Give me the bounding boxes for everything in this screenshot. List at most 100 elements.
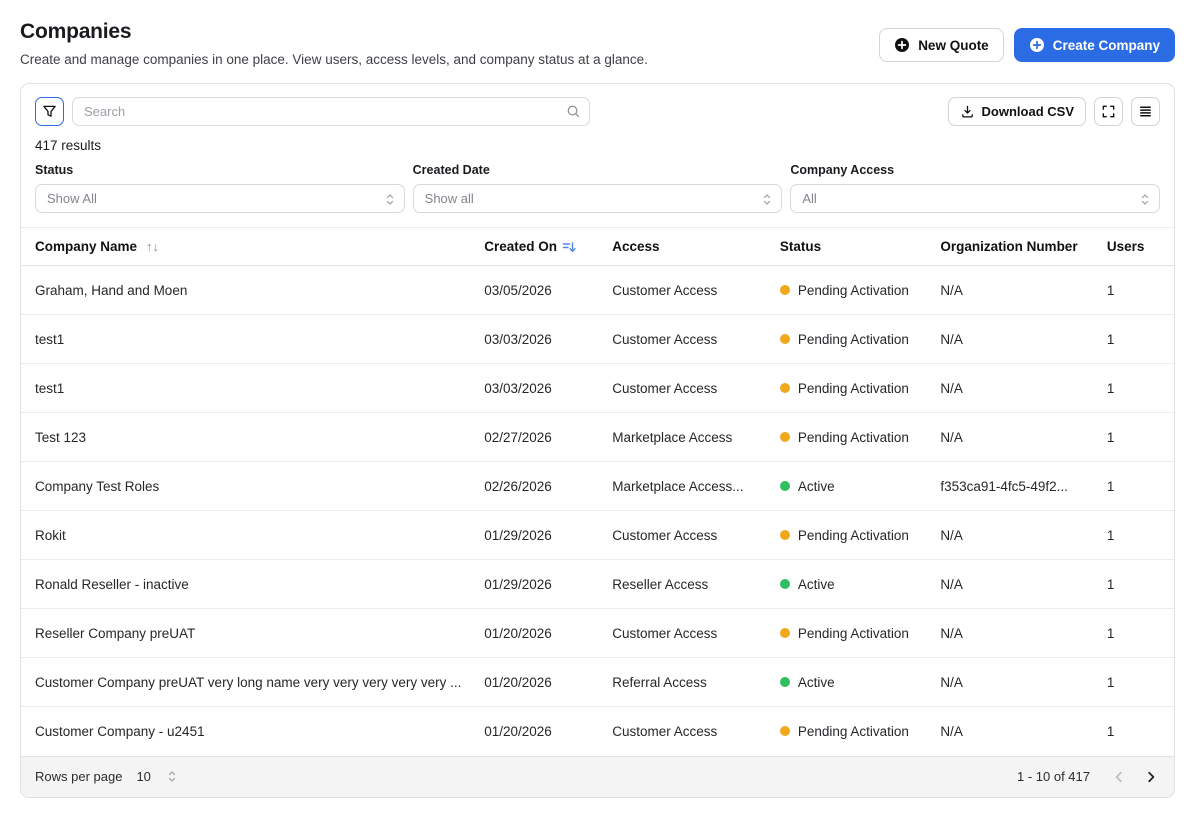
created-date-filter-value: Show all [424, 191, 474, 206]
status-dot-icon [779, 677, 790, 687]
company-name-cell: Graham, Hand and Moen [21, 265, 485, 315]
companies-page: Companies Create and manage companies in… [0, 0, 1195, 798]
rows-per-page-select[interactable]: 10 [136, 769, 176, 784]
status-label: Active [797, 674, 835, 690]
access-cell: Referral Access [612, 657, 780, 707]
funnel-icon [42, 104, 57, 119]
created-on-cell: 01/20/2026 [484, 723, 552, 739]
new-quote-button[interactable]: New Quote [879, 28, 1004, 62]
organization-number-cell: N/A [940, 723, 963, 739]
organization-number-cell: N/A [940, 363, 1107, 413]
created-date-filter-select[interactable]: Show all [412, 184, 783, 213]
created-on-cell: 03/03/2026 [484, 314, 613, 364]
created-on-cell: 02/26/2026 [484, 461, 613, 511]
table-row[interactable]: Reseller Company preUAT 01/20/2026 Custome… [21, 608, 1174, 658]
status-dot-icon [779, 481, 790, 491]
download-csv-button[interactable]: Download CSV [947, 97, 1086, 126]
status-cell: Pending Activation [779, 510, 941, 560]
organization-number-cell: N/A [940, 265, 1107, 315]
header-actions: New Quote Create Company [879, 20, 1175, 62]
companies-table: Company Name ↑↓ Created On Access Status … [21, 227, 1174, 756]
created-on-cell: 03/05/2026 [484, 265, 613, 315]
table-row[interactable]: Graham, Hand and Moen 03/05/2026 Customer … [21, 265, 1174, 315]
access-cell: Customer Access [612, 314, 780, 364]
download-icon [960, 104, 975, 119]
sort-arrows-icon: ↑↓ [146, 239, 160, 254]
company-name-cell: test1 [21, 363, 485, 413]
status-cell: Pending Activation [779, 363, 941, 413]
column-header-access: Access [612, 227, 780, 266]
company-name-cell: Reseller Company preUAT [21, 608, 485, 658]
organization-number-cell: N/A [940, 314, 1107, 364]
column-header-organization-number: Organization Number [940, 227, 1107, 266]
column-header-created-on[interactable]: Created On [484, 227, 613, 266]
filter-button[interactable] [35, 97, 64, 126]
table-header-row: Company Name ↑↓ Created On Access Status … [21, 227, 1174, 266]
company-name-cell: test1 [21, 314, 485, 364]
table-footer: Rows per page 10 1 - 10 of 417 [21, 755, 1174, 797]
search-input[interactable] [72, 97, 590, 126]
page-header-text: Companies Create and manage companies in… [20, 20, 648, 67]
table-row[interactable]: Company Test Roles 02/26/2026 Marketplace … [21, 461, 1174, 511]
users-cell: 1 [1106, 608, 1174, 658]
companies-panel: Download CSV 417 results Status Show All [20, 83, 1175, 798]
status-label: Pending Activation [797, 625, 909, 641]
status-dot-icon [779, 334, 790, 344]
status-filter-select[interactable]: Show All [35, 184, 405, 213]
organization-number-cell: N/A [940, 657, 1107, 707]
access-cell: Customer Access [612, 608, 780, 658]
row-density-button[interactable] [1131, 97, 1160, 126]
created-on-cell: 01/29/2026 [484, 559, 613, 609]
chevron-updown-icon [762, 193, 772, 206]
status-label: Pending Activation [797, 380, 909, 396]
rows-per-page: Rows per page 10 [35, 769, 177, 784]
status-dot-icon [779, 285, 790, 295]
created-on-cell: 03/03/2026 [484, 363, 613, 413]
create-company-button[interactable]: Create Company [1013, 28, 1175, 62]
pager: 1 - 10 of 417 [1017, 768, 1160, 786]
status-dot-icon [779, 726, 790, 737]
status-cell: Pending Activation [779, 314, 941, 364]
company-name-header-label: Company Name [35, 239, 138, 254]
fullscreen-button[interactable] [1094, 97, 1123, 126]
table-row[interactable]: test1 03/03/2026 Customer Access Pending Ac… [21, 363, 1174, 413]
access-cell: Customer Access [612, 265, 780, 315]
status-dot-icon [779, 530, 790, 540]
chevron-right-icon [1144, 770, 1158, 784]
page-title: Companies [20, 20, 132, 43]
rows-menu-icon [1138, 104, 1153, 119]
results-count: 417 results [35, 138, 102, 153]
company-name-cell: Customer Company - u2451 [35, 723, 205, 739]
filters-row: Status Show All Created Date Show all Co… [21, 161, 1174, 227]
table-row[interactable]: Customer Company preUAT very long name v… [21, 657, 1174, 707]
table-row[interactable]: Ronald Reseller - inactive 01/29/2026 Rese… [21, 559, 1174, 609]
status-dot-icon [779, 383, 790, 393]
created-on-cell: 01/20/2026 [484, 608, 613, 658]
chevron-left-icon [1112, 770, 1126, 784]
status-label: Pending Activation [797, 282, 909, 298]
status-dot-icon [779, 432, 790, 442]
created-on-header-label: Created On [484, 239, 557, 254]
new-quote-label: New Quote [918, 37, 989, 53]
company-access-filter-select[interactable]: All [790, 184, 1160, 213]
status-label: Pending Activation [797, 527, 909, 543]
status-label: Pending Activation [797, 429, 909, 445]
table-row[interactable]: Rokit 01/29/2026 Customer Access Pending Ac… [21, 510, 1174, 560]
status-cell: Pending Activation [779, 265, 941, 315]
plus-circle-icon [1029, 37, 1045, 53]
created-date-filter-label: Created Date [412, 163, 490, 177]
status-cell: Active [779, 657, 941, 707]
table-row[interactable]: test1 03/03/2026 Customer Access Pending Ac… [21, 314, 1174, 364]
download-csv-label: Download CSV [981, 104, 1074, 119]
rows-per-page-value: 10 [136, 769, 151, 784]
chevron-updown-icon [385, 193, 395, 206]
table-row[interactable]: Customer Company - u2451 01/20/2026 Custom… [21, 707, 1174, 756]
next-page-button[interactable] [1142, 768, 1160, 786]
previous-page-button[interactable] [1110, 768, 1128, 786]
column-header-company-name[interactable]: Company Name ↑↓ [21, 227, 485, 266]
table-row[interactable]: Test 123 02/27/2026 Marketplace Access Pend… [21, 412, 1174, 462]
access-cell: Marketplace Access... [612, 461, 780, 511]
toolbar: Download CSV [21, 84, 1174, 136]
column-header-status: Status [779, 227, 941, 266]
status-dot-icon [779, 579, 790, 589]
